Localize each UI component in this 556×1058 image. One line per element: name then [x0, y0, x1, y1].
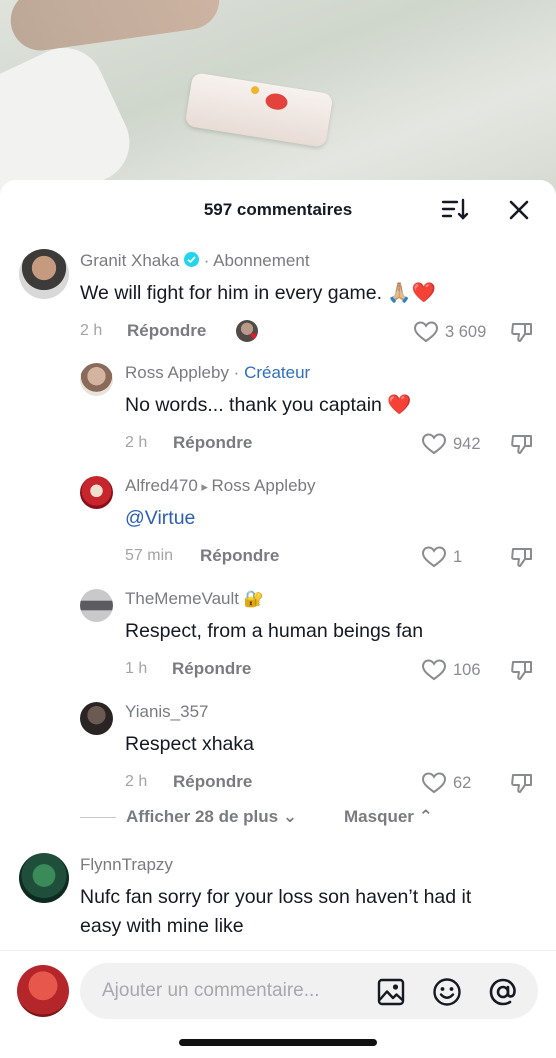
heart-outline-icon	[421, 546, 447, 568]
reply-item: Alfred470 ▸ Ross Appleby @Virtue 57 min …	[0, 471, 556, 581]
dislike-icon[interactable]	[510, 432, 534, 456]
close-icon[interactable]	[505, 196, 533, 224]
comment-count: 597 commentaires	[203, 200, 353, 219]
like-button[interactable]: 3 609	[413, 320, 486, 344]
reply-to-username[interactable]: Ross Appleby	[212, 476, 316, 495]
dislike-icon[interactable]	[510, 320, 534, 344]
comment-username-line: Ross Appleby · Créateur	[125, 363, 310, 383]
comment-text: No words... thank you captain ❤️	[125, 394, 412, 416]
heart-icon: ♥	[250, 329, 258, 343]
avatar[interactable]	[80, 476, 113, 509]
comment-text-line-1: Nufc fan sorry for your loss son haven’t…	[80, 886, 472, 908]
reply-button[interactable]: Répondre	[172, 659, 251, 679]
like-button[interactable]: 942	[421, 432, 481, 456]
comment-text-line-2: easy with mine like	[80, 915, 244, 937]
avatar[interactable]	[80, 589, 113, 622]
reply-button[interactable]: Répondre	[200, 546, 279, 566]
comment-time: 1 h	[125, 660, 148, 677]
comment-item: FlynnTrapzy Nufc fan sorry for your loss…	[0, 848, 556, 948]
username[interactable]: Granit Xhaka	[80, 251, 179, 270]
comments-header: 597 commentaires	[0, 180, 556, 238]
emoji-icon[interactable]	[432, 977, 462, 1007]
reply-arrow-icon: ▸	[197, 479, 212, 494]
username[interactable]: TheMemeVault	[125, 589, 239, 608]
sort-icon[interactable]	[440, 196, 470, 224]
creator-tag: Créateur	[244, 363, 311, 382]
home-indicator	[179, 1039, 377, 1046]
comment-time: 2 h	[125, 773, 148, 790]
video-arm-shape	[6, 0, 224, 55]
comment-username-line: Alfred470 ▸ Ross Appleby	[125, 476, 315, 496]
dislike-icon[interactable]	[510, 658, 534, 682]
verified-icon	[183, 252, 199, 267]
comment-composer	[0, 950, 556, 1058]
username[interactable]: Alfred470	[125, 476, 198, 495]
reply-button[interactable]: Répondre	[173, 772, 252, 792]
hide-replies-button[interactable]: Masquer ⌃	[344, 807, 433, 827]
comment-time: 2 h	[80, 322, 103, 339]
replies-divider	[80, 817, 116, 818]
comment-time: 57 min	[125, 547, 174, 564]
heart-outline-icon	[421, 433, 447, 455]
like-count: 62	[453, 773, 472, 792]
comment-time: 2 h	[125, 434, 148, 451]
comment-text: Respect, from a human beings fan	[125, 620, 424, 642]
comment-username-line: Granit Xhaka · Abonnement	[80, 251, 310, 271]
avatar[interactable]	[80, 702, 113, 735]
username[interactable]: Ross Appleby	[125, 363, 229, 382]
mention-icon[interactable]	[488, 977, 518, 1007]
heart-outline-icon	[413, 321, 439, 343]
heart-outline-icon	[421, 772, 447, 794]
comment-text: We will fight for him in every game. 🙏🏼❤…	[80, 282, 436, 304]
username[interactable]: Yianis_357	[125, 702, 209, 722]
reply-item: Ross Appleby · Créateur No words... than…	[0, 358, 556, 468]
like-button[interactable]: 62	[421, 771, 471, 795]
show-more-replies-button[interactable]: Afficher 28 de plus ⌄	[126, 807, 297, 827]
comment-username-line: TheMemeVault 🔐	[125, 589, 264, 609]
like-button[interactable]: 106	[421, 658, 481, 682]
lock-icon: 🔐	[243, 591, 264, 608]
dislike-icon[interactable]	[510, 545, 534, 569]
image-icon[interactable]	[376, 977, 406, 1007]
user-avatar[interactable]	[17, 965, 69, 1017]
reply-item: Yianis_357 Respect xhaka 2 h Répondre 62	[0, 697, 556, 807]
separator: ·	[228, 363, 245, 382]
username[interactable]: FlynnTrapzy	[80, 855, 173, 875]
comment-input[interactable]	[102, 963, 372, 1019]
reply-item: TheMemeVault 🔐 Respect, from a human bei…	[0, 584, 556, 694]
avatar[interactable]	[19, 249, 69, 299]
creator-liked-avatar: ♥	[236, 320, 258, 342]
heart-outline-icon	[421, 659, 447, 681]
comments-sheet: 597 commentaires Granit Xhaka · Abonneme…	[0, 180, 556, 1058]
video-device-shape	[184, 72, 334, 148]
comment-item: Granit Xhaka · Abonnement We will fight …	[0, 240, 556, 350]
reply-button[interactable]: Répondre	[127, 321, 206, 341]
like-count: 106	[453, 660, 481, 679]
reply-button[interactable]: Répondre	[173, 433, 252, 453]
avatar[interactable]	[19, 853, 69, 903]
comment-text: Respect xhaka	[125, 733, 254, 755]
mention-link[interactable]: @Virtue	[125, 504, 195, 533]
dislike-icon[interactable]	[510, 771, 534, 795]
like-count: 1	[453, 547, 463, 566]
separator: ·	[198, 251, 214, 270]
comment-input-container[interactable]	[80, 963, 538, 1019]
like-count: 942	[453, 434, 481, 453]
video-sheet-shape	[0, 34, 143, 200]
video-background	[0, 0, 556, 200]
like-button[interactable]: 1	[421, 545, 462, 569]
avatar[interactable]	[80, 363, 113, 396]
follow-label[interactable]: Abonnement	[213, 251, 309, 270]
like-count: 3 609	[445, 322, 487, 341]
